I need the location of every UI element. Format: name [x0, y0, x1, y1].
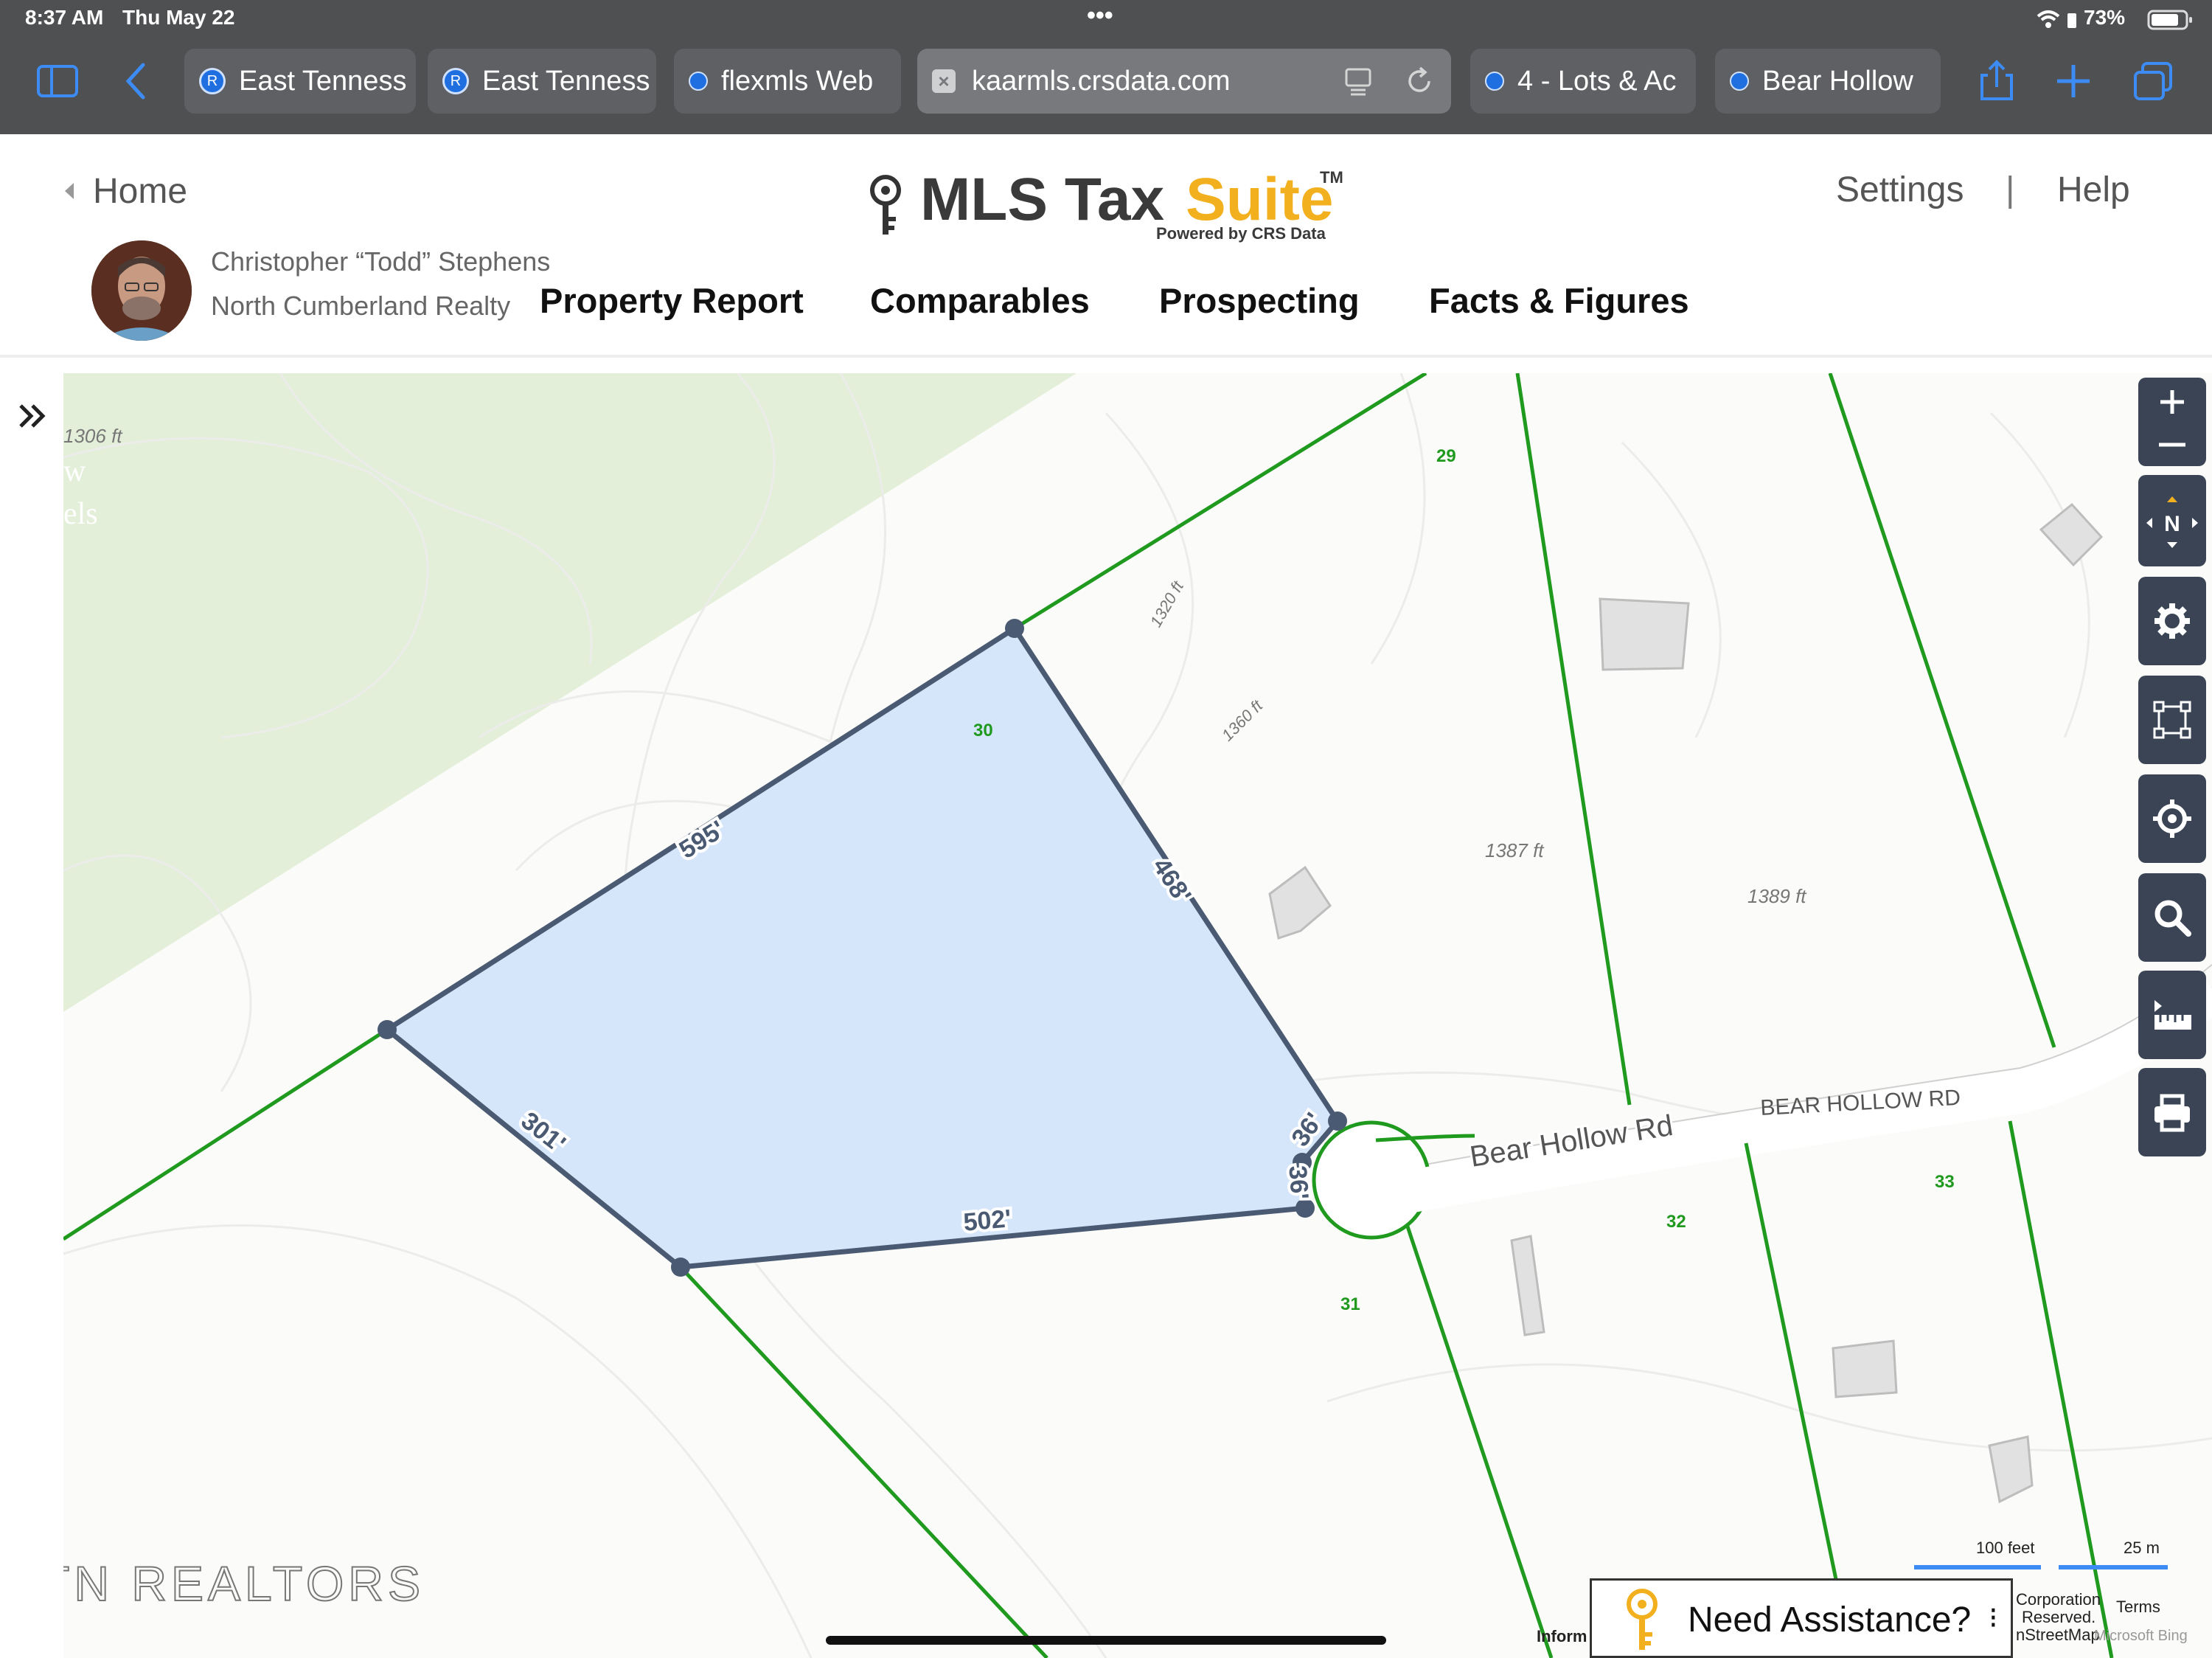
favicon-icon: R	[442, 68, 469, 94]
dimension-502: 502'	[962, 1204, 1012, 1237]
assistance-more-icon: ⁝	[1989, 1602, 1998, 1634]
tabs-overview-icon[interactable]	[2131, 59, 2175, 103]
map-canvas[interactable]: 595' 468' 301' 502' 36' 36' 29 30 31 32 …	[63, 373, 2212, 1658]
print-tool-button[interactable]	[2138, 1068, 2206, 1156]
tab-east-tennessee-1[interactable]: R East Tenness	[184, 49, 416, 114]
avatar	[91, 240, 192, 341]
parcel-map[interactable]: 595' 468' 301' 502' 36' 36' 29 30 31 32 …	[63, 373, 2212, 1658]
scale-feet: 100 feet	[1976, 1539, 2035, 1557]
elevation-1389: 1389 ft	[1747, 885, 1807, 907]
reload-icon[interactable]	[1404, 65, 1436, 97]
dimension-36-b: 36'	[1283, 1165, 1313, 1200]
header-divider	[0, 355, 2212, 358]
attribution-line-3: nStreetMap	[2016, 1626, 2100, 1644]
mls-tax-suite-logo: MLS Tax Suite TM Powered by CRS Data	[863, 165, 1357, 246]
nav-facts-figures[interactable]: Facts & Figures	[1429, 280, 1689, 321]
agent-company: North Cumberland Realty	[211, 291, 511, 321]
gear-icon	[2154, 603, 2190, 639]
home-link[interactable]: Home	[93, 171, 187, 212]
expand-panel-icon[interactable]	[15, 398, 50, 434]
zoom-icons	[2159, 390, 2185, 447]
back-icon[interactable]	[115, 59, 159, 103]
nav-property-report[interactable]: Property Report	[540, 280, 804, 321]
tab-bear-hollow[interactable]: Bear Hollow	[1715, 49, 1941, 114]
parcel-number-31: 31	[1340, 1294, 1360, 1314]
more-dots-icon[interactable]: •••	[1087, 1, 1113, 30]
locate-tool-button[interactable]	[2138, 774, 2206, 863]
settings-tool-button[interactable]	[2138, 577, 2206, 665]
measure-tool-button[interactable]	[2138, 971, 2206, 1059]
new-tab-icon[interactable]	[2051, 59, 2096, 103]
select-area-icon	[2153, 701, 2191, 739]
ruler-icon	[2154, 1000, 2191, 1030]
home-indicator	[826, 1636, 1386, 1645]
zoom-control	[2138, 378, 2206, 466]
attribution-line-1: Corporation	[2016, 1590, 2101, 1609]
search-icon	[2154, 900, 2191, 937]
attribution-inform: Inform	[1537, 1627, 1587, 1645]
attribution-terms: Terms	[2116, 1598, 2160, 1616]
parcel-number-33: 33	[1935, 1172, 1955, 1192]
logo-trademark: TM	[1320, 168, 1343, 187]
zoom-in-icon	[2160, 390, 2184, 414]
logo-subtitle: Powered by CRS Data	[1156, 224, 1326, 243]
parcel-number-32: 32	[1666, 1212, 1686, 1232]
status-bar: 8:37 AM Thu May 22 ••• 73%	[0, 0, 2212, 38]
attribution-bing: Microsoft Bing	[2094, 1628, 2188, 1644]
compass-control[interactable]: N	[2138, 475, 2206, 566]
favicon-icon	[1730, 72, 1749, 91]
partial-text-1: w	[63, 454, 86, 488]
close-tab-icon[interactable]: ×	[932, 69, 956, 93]
wifi-icon	[2037, 10, 2076, 28]
share-icon[interactable]	[1975, 59, 2019, 103]
nav-comparables[interactable]: Comparables	[870, 280, 1090, 321]
crosshair-icon	[2153, 799, 2191, 838]
help-link[interactable]: Help	[2057, 170, 2130, 210]
settings-link[interactable]: Settings	[1836, 170, 1964, 210]
attribution-line-2: Reserved.	[2022, 1608, 2096, 1626]
battery-icon	[2147, 10, 2192, 30]
battery-percent: 73%	[2084, 6, 2126, 29]
need-assistance-button[interactable]: Need Assistance? ⁝	[1590, 1578, 2013, 1658]
elevation-1387: 1387 ft	[1485, 839, 1545, 861]
compass-north: N	[2164, 512, 2180, 536]
nav-prospecting[interactable]: Prospecting	[1159, 280, 1360, 321]
compass-icon[interactable]: N	[2139, 480, 2205, 561]
assistance-key-icon	[1627, 1589, 1658, 1650]
home-back-arrow-icon[interactable]	[62, 180, 77, 202]
scale-m: 25 m	[2124, 1539, 2160, 1557]
agent-name: Christopher “Todd” Stephens	[211, 246, 551, 277]
key-logo-icon	[870, 175, 901, 235]
tab-flexmls[interactable]: flexmls Web	[674, 49, 901, 114]
favicon-icon	[689, 72, 708, 91]
tab-east-tennessee-2[interactable]: R East Tenness	[428, 49, 656, 114]
parcel-number-30: 30	[973, 721, 993, 740]
parcel-number-29: 29	[1436, 446, 1456, 466]
elevation-1306: 1306 ft	[63, 425, 123, 447]
logo-title: MLS Tax	[920, 166, 1181, 233]
avatar-photo	[91, 240, 192, 341]
status-date: Thu May 22	[122, 6, 235, 29]
favicon-icon	[1485, 72, 1504, 91]
sidebar-icon[interactable]	[35, 59, 80, 103]
reader-mode-icon[interactable]	[1343, 66, 1376, 99]
tab-kaarmls-address-bar[interactable]: × kaarmls.crsdata.com	[917, 49, 1451, 114]
left-panel-strip	[0, 373, 63, 1658]
printer-icon	[2154, 1094, 2190, 1132]
status-time: 8:37 AM	[25, 6, 104, 29]
need-assistance-label: Need Assistance?	[1688, 1600, 1972, 1640]
favicon-icon: R	[199, 68, 226, 94]
tab-lots-acreage[interactable]: 4 - Lots & Ac	[1470, 49, 1696, 114]
building	[1599, 597, 1690, 671]
watermark: ETN REALTORS	[63, 1556, 425, 1611]
building	[1832, 1339, 1898, 1398]
select-area-tool-button[interactable]	[2138, 676, 2206, 764]
search-tool-button[interactable]	[2138, 873, 2206, 962]
partial-text-2: els	[63, 497, 98, 531]
header-separator: |	[2006, 170, 2015, 209]
